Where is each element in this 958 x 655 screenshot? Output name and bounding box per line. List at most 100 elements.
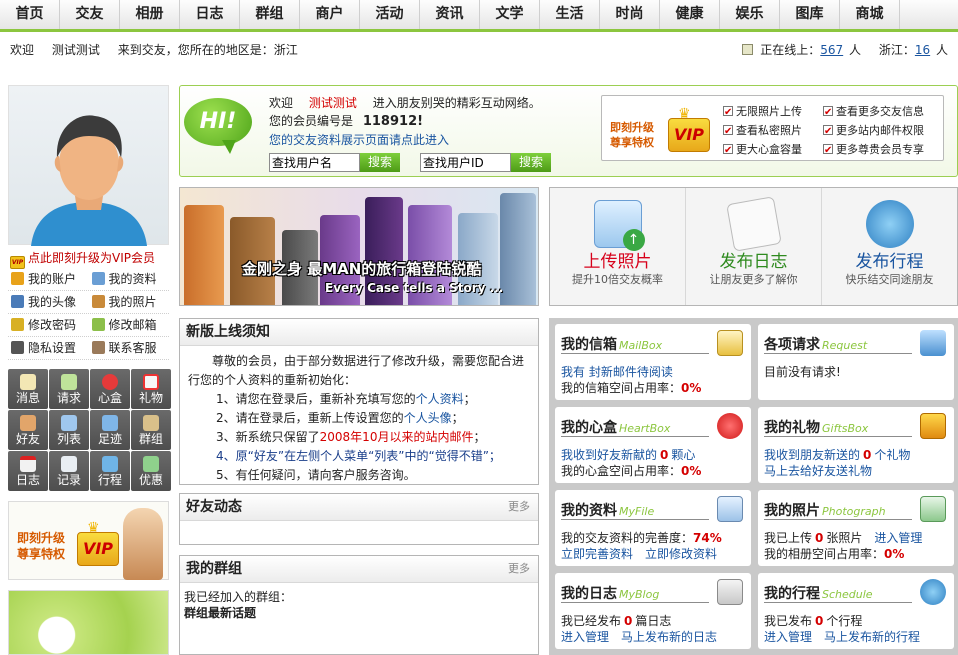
tile-list[interactable]: 列表 [49,410,89,450]
check-icon [823,141,833,160]
tile-label: 优惠 [138,473,163,487]
nav-life[interactable]: 生活 [540,0,600,29]
region-online-count-link[interactable]: 16 [915,43,930,57]
tile-messages[interactable]: 消息 [8,369,48,409]
my-groups-panel: 我的群组 更多 我已经加入的群组： 群组最新话题 [179,555,539,655]
vip-perk: 查看更多交友信息 [823,102,933,122]
notice-item-punct: ； [473,430,486,444]
menu-my-photos[interactable]: 我的照片 [89,291,170,313]
account-icon [11,272,24,285]
nav-entertainment[interactable]: 娱乐 [720,0,780,29]
manage-blog-link[interactable]: 进入管理 [561,630,609,644]
online-count-link[interactable]: 567 [820,43,843,57]
menu-privacy-settings[interactable]: 隐私设置 [8,337,89,359]
post-schedule-action[interactable]: 发布行程 快乐结交同途朋友 [822,188,957,305]
nav-mall[interactable]: 商城 [840,0,900,29]
menu-my-profile[interactable]: 我的资料 [89,268,170,290]
tile-records[interactable]: 记录 [49,451,89,491]
vip-promo-line1: 即刻升级 [17,531,66,545]
tile-groups[interactable]: 群组 [131,410,171,450]
tile-label: 好友 [15,432,40,446]
tile-heartbox[interactable]: 心盒 [90,369,130,409]
my-groups-title: 我的群组 [186,561,242,577]
menu-contact-support[interactable]: 联系客服 [89,337,170,359]
post-blog-title: 发布日志 [719,252,788,272]
welcome-prefix: 欢迎 [269,96,294,110]
perk-label: 无限照片上传 [736,105,802,118]
vip-perk: 更多尊贵会员专享 [823,140,933,160]
envelope-icon [20,374,36,390]
manage-schedule-link[interactable]: 进入管理 [764,630,812,644]
hi-text: HI! [199,109,237,134]
nav-dating[interactable]: 交友 [60,0,120,29]
tile-schedule[interactable]: 行程 [90,451,130,491]
heartbox-card: 我的心盒 HeartBox 我收到好友新献的 0 颗心 我的心盒空间占用率：0% [555,407,751,483]
crown-icon: ♛ [678,106,691,122]
upload-photo-title: 上传照片 [583,252,652,272]
manage-photos-link[interactable]: 进入管理 [874,531,922,545]
nav-literature[interactable]: 文学 [480,0,540,29]
menu-label: 修改密码 [28,318,77,332]
username-search-input[interactable] [269,153,360,172]
nav-groups[interactable]: 群组 [240,0,300,29]
notice-title: 新版上线须知 [180,319,538,346]
tile-requests[interactable]: 请求 [49,369,89,409]
perk-label: 查看更多交友信息 [836,105,924,118]
userid-search-input[interactable] [420,153,511,172]
my-groups-more-link[interactable]: 更多 [508,556,530,582]
nav-gallery[interactable]: 图库 [780,0,840,29]
friend-activity-more-link[interactable]: 更多 [508,494,530,520]
upload-photo-action[interactable]: ↑ 上传照片 提升10倍交友概率 [550,188,686,305]
nav-album[interactable]: 相册 [120,0,180,29]
tile-label: 请求 [56,391,81,405]
send-gift-link[interactable]: 马上去给好友送礼物 [764,464,872,478]
nav-news[interactable]: 资讯 [420,0,480,29]
userid-search-button[interactable]: 搜索 [511,153,551,172]
privacy-icon [11,341,24,354]
menu-label: 联系客服 [108,341,157,355]
tile-blog[interactable]: 日志 [8,451,48,491]
online-label: 正在线上： [760,43,821,57]
profile-completeness-label: 我的交友资料的完善度： [561,531,694,545]
nav-health[interactable]: 健康 [660,0,720,29]
personal-info-link[interactable]: 个人资料 [416,392,464,406]
menu-change-password[interactable]: 修改密码 [8,314,89,336]
avatar[interactable] [8,85,169,246]
nav-merchants[interactable]: 商户 [300,0,360,29]
menu-my-avatar[interactable]: 我的头像 [8,291,89,313]
blog-card: 我的日志 MyBlog 我已经发布 0 篇日志 进入管理 马上发布新的日志 [555,573,751,649]
vip-promo-banner[interactable]: 即刻升级 尊享特权 ♛ VIP [8,501,169,580]
tile-friends[interactable]: 好友 [8,410,48,450]
menu-my-account[interactable]: 我的账户 [8,268,89,290]
new-blog-link[interactable]: 马上发布新的日志 [621,630,717,644]
mailbox-have-link[interactable]: 我有 [561,365,585,379]
welcome-username: 测试测试 [308,96,357,110]
vip-perk: 更大心盒容量 [723,140,823,160]
nav-blog[interactable]: 日志 [180,0,240,29]
avatar-settings-link[interactable]: 个人头像 [404,411,452,425]
unread-mail-link[interactable]: 封新邮件待阅读 [589,365,673,379]
notice-item-highlight: 2008年10月以来的站内邮件 [319,430,474,444]
tile-deals[interactable]: 优惠 [131,451,171,491]
photos-unit: 张照片 [826,531,863,545]
username-search-button[interactable]: 搜索 [360,153,400,172]
edit-profile-link[interactable]: 立即修改资料 [645,547,717,561]
post-blog-action[interactable]: 发布日志 让朋友更多了解你 [686,188,822,305]
profile-page-link[interactable]: 您的交友资料展示页面请点此进入 [269,133,449,147]
upload-photo-subtitle: 提升10倍交友概率 [572,273,663,286]
nav-fashion[interactable]: 时尚 [600,0,660,29]
vip-upgrade-link[interactable]: VIP 点此即刻升级为VIP会员 [8,248,169,269]
new-schedule-link[interactable]: 马上发布新的行程 [824,630,920,644]
suitcase-ad-banner[interactable]: 金刚之身 最MAN的旅行箱登陆锐酷 Every Case tells a Sto… [179,187,539,306]
tile-gifts[interactable]: 礼物 [131,369,171,409]
nav-events[interactable]: 活动 [360,0,420,29]
heart-icon [717,413,743,439]
vip-upgrade-line1: 即刻升级 [610,121,654,134]
menu-change-email[interactable]: 修改邮箱 [89,314,170,336]
vip-upgrade-panel[interactable]: 即刻升级尊享特权 ♛ VIP 无限照片上传 查看更多交友信息 查看私密照片 更多站… [601,95,944,161]
nav-home[interactable]: 首页 [0,0,60,29]
usage-value: 0% [681,381,702,395]
complete-profile-link[interactable]: 立即完善资料 [561,547,633,561]
tile-footprints[interactable]: 足迹 [90,410,130,450]
tile-label: 足迹 [97,432,122,446]
